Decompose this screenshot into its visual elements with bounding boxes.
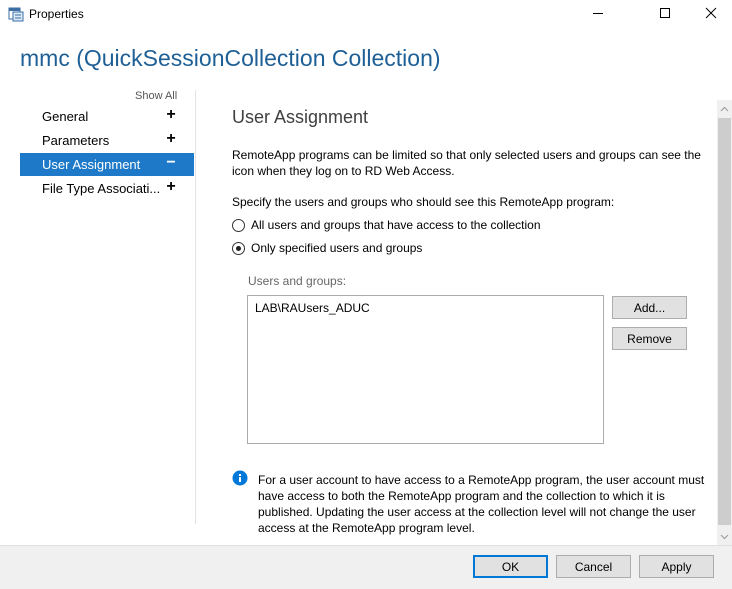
expand-plus-icon[interactable]: + (164, 106, 178, 124)
vertical-scrollbar[interactable] (717, 100, 732, 545)
specify-label: Specify the users and groups who should … (232, 195, 615, 209)
title-bar: Properties (0, 0, 732, 28)
collapse-minus-icon[interactable]: − (164, 154, 178, 172)
section-description: RemoteApp programs can be limited so tha… (232, 148, 701, 178)
maximize-button[interactable] (642, 0, 688, 26)
nav-item-user-assignment[interactable]: User Assignment − (20, 153, 194, 176)
expand-plus-icon[interactable]: + (164, 130, 178, 148)
close-icon (705, 7, 717, 19)
list-item[interactable]: LAB\RAUsers_ADUC (255, 301, 370, 315)
radio-button-checked[interactable] (232, 242, 245, 255)
expand-plus-icon[interactable]: + (164, 178, 178, 196)
scroll-up-button[interactable] (717, 100, 732, 117)
close-button[interactable] (688, 0, 732, 26)
users-groups-list[interactable]: LAB\RAUsers_ADUC (247, 295, 604, 444)
info-icon (232, 470, 248, 486)
nav-divider (195, 90, 196, 524)
show-all-link[interactable]: Show All (135, 90, 177, 102)
users-groups-label: Users and groups: (248, 274, 347, 288)
radio-button[interactable] (232, 219, 245, 232)
nav-item-label: User Assignment (42, 157, 141, 172)
page-title: mmc (QuickSessionCollection Collection) (20, 45, 441, 71)
section-title: User Assignment (232, 107, 369, 127)
minimize-icon (593, 13, 603, 14)
ok-button[interactable]: OK (473, 555, 548, 578)
apply-button[interactable]: Apply (639, 555, 714, 578)
remove-button[interactable]: Remove (612, 327, 687, 350)
scroll-thumb[interactable] (718, 118, 731, 525)
maximize-icon (660, 8, 670, 18)
cancel-button[interactable]: Cancel (556, 555, 631, 578)
scroll-down-button[interactable] (717, 528, 732, 545)
add-button[interactable]: Add... (612, 296, 687, 319)
nav-item-label: File Type Associati... (42, 181, 160, 196)
radio-label: Only specified users and groups (251, 241, 423, 255)
nav-item-label: Parameters (42, 133, 110, 148)
chevron-down-icon (720, 534, 729, 539)
nav-item-parameters[interactable]: Parameters + (20, 129, 194, 152)
chevron-up-icon (720, 106, 729, 111)
nav-item-file-type-associations[interactable]: File Type Associati... + (20, 177, 194, 200)
nav-item-general[interactable]: General + (20, 105, 194, 128)
radio-label: All users and groups that have access to… (251, 218, 541, 232)
minimize-button[interactable] (575, 0, 621, 26)
window-title: Properties (29, 7, 84, 21)
properties-app-icon (8, 6, 24, 22)
info-note: For a user account to have access to a R… (258, 473, 705, 535)
nav-item-label: General (42, 109, 89, 124)
